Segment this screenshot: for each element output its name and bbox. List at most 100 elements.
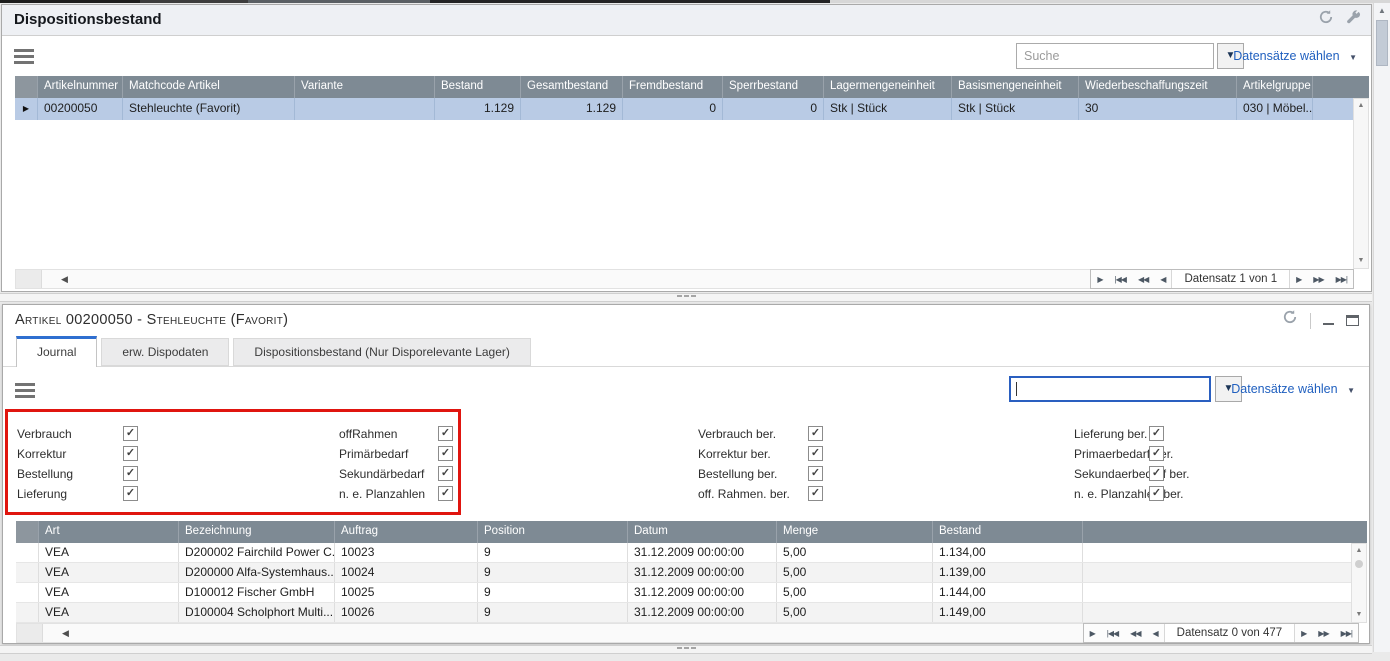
pager-next-button[interactable]: ▶ <box>1290 275 1307 284</box>
scroll-up-button[interactable]: ▲ <box>1352 544 1366 558</box>
scrollbar-thumb[interactable] <box>1376 20 1388 66</box>
checkbox-bestellung-ber[interactable]: ✓ <box>808 466 823 481</box>
checkbox-verbrauch[interactable]: ✓ <box>123 426 138 441</box>
wrench-icon[interactable] <box>1346 6 1361 36</box>
cell: 1.144,00 <box>933 583 1083 602</box>
scrollbar-corner[interactable] <box>16 270 42 288</box>
cell: 10026 <box>335 603 478 622</box>
header-cell[interactable]: Artikelgruppe <box>1237 76 1313 98</box>
filter-label: Sekundaerbedarf ber. <box>1074 464 1189 484</box>
cell: 31.12.2009 00:00:00 <box>628 583 777 602</box>
header-cell[interactable]: Sperrbestand <box>723 76 824 98</box>
header-cell[interactable]: Artikelnummer <box>38 76 123 98</box>
filter-label: Bestellung <box>17 464 73 484</box>
cell: D100012 Fischer GmbH <box>179 583 335 602</box>
cell: 31.12.2009 00:00:00 <box>628 563 777 582</box>
pager-fast-prev-button[interactable]: ◀◀ <box>1132 275 1154 284</box>
header-cell[interactable]: Basismengeneinheit <box>952 76 1079 98</box>
cell: 0 <box>623 98 723 120</box>
window-vertical-scrollbar[interactable]: ▲ <box>1373 3 1390 652</box>
menu-icon[interactable] <box>14 49 34 67</box>
header-cell[interactable]: Art <box>39 521 179 543</box>
chevron-down-icon: ▼ <box>1347 386 1355 395</box>
search-input[interactable] <box>1016 43 1214 69</box>
table-row[interactable]: ▶ 00200050 Stehleuchte (Favorit) 1.129 1… <box>15 98 1353 120</box>
pager-next-button[interactable]: ▶ <box>1295 629 1312 638</box>
tab-dispositionsbestand-lager[interactable]: Dispositionsbestand (Nur Disporelevante … <box>233 338 530 366</box>
search-input[interactable] <box>1009 376 1211 402</box>
refresh-icon[interactable] <box>1318 6 1334 36</box>
cell: 030 | Möbel... <box>1237 98 1313 120</box>
scroll-up-button[interactable]: ▲ <box>1374 3 1390 18</box>
grid-vertical-scrollbar[interactable]: ▲ ▼ <box>1353 98 1369 269</box>
checkbox-bestellung[interactable]: ✓ <box>123 466 138 481</box>
header-cell[interactable]: Bestand <box>435 76 521 98</box>
scroll-down-button[interactable]: ▼ <box>1354 254 1368 268</box>
header-cell[interactable]: Gesamtbestand <box>521 76 623 98</box>
pager-last-button[interactable]: ▶▶| <box>1330 275 1353 284</box>
filter-label: Lieferung ber. <box>1074 424 1147 444</box>
panel-splitter[interactable] <box>0 645 1372 654</box>
refresh-icon[interactable] <box>1282 306 1298 336</box>
pager-first-button[interactable]: |◀◀ <box>1101 629 1124 638</box>
checkbox-lieferung[interactable]: ✓ <box>123 486 138 501</box>
header-filler <box>1313 76 1369 98</box>
select-records-link[interactable]: Datensätze wählen ▼ <box>1233 43 1357 69</box>
pager-prev-button[interactable]: ◀ <box>1154 275 1171 284</box>
header-cell[interactable]: Fremdbestand <box>623 76 723 98</box>
horizontal-scrollbar[interactable]: ◀ <box>16 623 1126 643</box>
tab-erw-dispodaten[interactable]: erw. Dispodaten <box>101 338 229 366</box>
header-cell[interactable]: Wiederbeschaffungszeit <box>1079 76 1237 98</box>
filter-label: Korrektur ber. <box>698 444 771 464</box>
checkbox-ne-planzahlen-ber[interactable]: ✓ <box>1149 486 1164 501</box>
row-marker-header <box>16 521 39 543</box>
checkbox-korrektur[interactable]: ✓ <box>123 446 138 461</box>
checkbox-off-rahmen-ber[interactable]: ✓ <box>808 486 823 501</box>
pager-fast-next-button[interactable]: ▶▶ <box>1307 275 1329 284</box>
scroll-up-button[interactable]: ▲ <box>1354 99 1368 113</box>
checkbox-offrahmen[interactable]: ✓ <box>438 426 453 441</box>
checkbox-korrektur-ber[interactable]: ✓ <box>808 446 823 461</box>
checkbox-lieferung-ber[interactable]: ✓ <box>1149 426 1164 441</box>
cell: 5,00 <box>777 603 933 622</box>
maximize-icon[interactable] <box>1346 315 1359 326</box>
header-cell[interactable]: Lagermengeneinheit <box>824 76 952 98</box>
header-cell[interactable]: Position <box>478 521 628 543</box>
checkbox-primaerbedarf-ber[interactable]: ✓ <box>1149 446 1164 461</box>
scrollbar-thumb[interactable] <box>1355 560 1363 568</box>
checkbox-primaerbedarf[interactable]: ✓ <box>438 446 453 461</box>
table-row[interactable]: VEA D200002 Fairchild Power C... 10023 9… <box>16 543 1351 563</box>
scrollbar-corner[interactable] <box>17 624 43 642</box>
header-cell[interactable]: Variante <box>295 76 435 98</box>
checkbox-verbrauch-ber[interactable]: ✓ <box>808 426 823 441</box>
header-cell[interactable]: Auftrag <box>335 521 478 543</box>
scroll-left-button[interactable]: ◀ <box>62 624 69 642</box>
grid-vertical-scrollbar[interactable]: ▲ ▼ <box>1351 543 1367 623</box>
header-cell[interactable]: Bestand <box>933 521 1083 543</box>
minimize-icon[interactable] <box>1323 316 1334 325</box>
scroll-left-button[interactable]: ◀ <box>61 270 68 288</box>
checkbox-ne-planzahlen[interactable]: ✓ <box>438 486 453 501</box>
checkbox-sekundaerbedarf-ber[interactable]: ✓ <box>1149 466 1164 481</box>
tab-journal[interactable]: Journal <box>16 336 97 367</box>
pager-first-button[interactable]: |◀◀ <box>1109 275 1132 284</box>
table-row[interactable]: VEA D100012 Fischer GmbH 10025 9 31.12.2… <box>16 583 1351 603</box>
filter-label: Sekundärbedarf <box>339 464 424 484</box>
pager-fast-prev-button[interactable]: ◀◀ <box>1124 629 1146 638</box>
pager-last-button[interactable]: ▶▶| <box>1335 629 1358 638</box>
scroll-down-button[interactable]: ▼ <box>1352 608 1366 622</box>
panel-splitter[interactable] <box>0 293 1372 302</box>
horizontal-scrollbar[interactable]: ◀ <box>15 269 1147 289</box>
pager-prev-button[interactable]: ◀ <box>1146 629 1163 638</box>
header-cell[interactable]: Datum <box>628 521 777 543</box>
table-row[interactable]: VEA D200000 Alfa-Systemhaus... 10024 9 3… <box>16 563 1351 583</box>
select-records-link[interactable]: Datensätze wählen ▼ <box>1231 376 1355 402</box>
header-cell[interactable]: Menge <box>777 521 933 543</box>
header-cell[interactable]: Bezeichnung <box>179 521 335 543</box>
table-row[interactable]: VEA D100004 Scholphort Multi... 10026 9 … <box>16 603 1351 623</box>
checkbox-sekundaerbedarf[interactable]: ✓ <box>438 466 453 481</box>
menu-icon[interactable] <box>15 383 35 401</box>
cell: 5,00 <box>777 583 933 602</box>
header-cell[interactable]: Matchcode Artikel <box>123 76 295 98</box>
pager-fast-next-button[interactable]: ▶▶ <box>1312 629 1334 638</box>
